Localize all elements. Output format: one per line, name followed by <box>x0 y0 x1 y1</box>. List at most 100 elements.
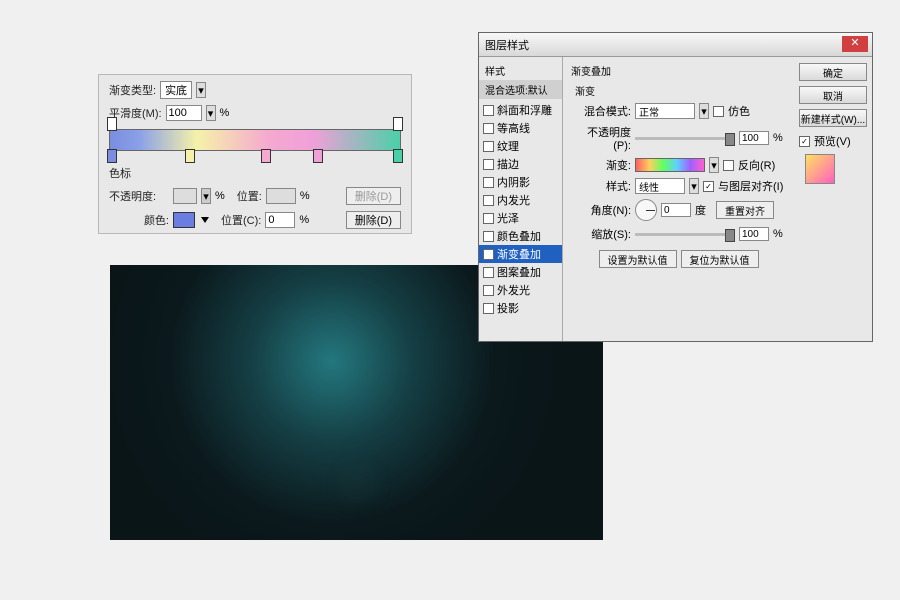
color-stop-2[interactable] <box>185 149 195 163</box>
styles-header[interactable]: 样式 <box>479 61 562 80</box>
style-checkbox[interactable] <box>483 141 494 152</box>
style-item-label: 等高线 <box>497 120 530 136</box>
style-checkbox[interactable] <box>483 267 494 278</box>
style-item-label: 渐变叠加 <box>497 246 541 262</box>
color-stop-5[interactable] <box>393 149 403 163</box>
style-item-8[interactable]: ✓渐变叠加 <box>479 245 562 263</box>
style-checkbox[interactable] <box>483 213 494 224</box>
smoothness-input[interactable] <box>166 105 202 121</box>
gradient-strip[interactable] <box>109 129 401 151</box>
fill-opacity-label: 不透明度(P): <box>571 124 631 152</box>
opacity-stop-left[interactable] <box>107 117 117 131</box>
dither-label: 仿色 <box>728 103 750 119</box>
style-checkbox[interactable] <box>483 285 494 296</box>
color-position-label: 位置(C): <box>221 212 261 228</box>
style-select[interactable]: 线性 <box>635 178 685 194</box>
style-item-label: 描边 <box>497 156 519 172</box>
percent-label: % <box>220 107 230 119</box>
color-dropdown-icon[interactable] <box>201 217 209 223</box>
style-checkbox[interactable] <box>483 123 494 134</box>
blend-options-header[interactable]: 混合选项:默认 <box>479 80 562 99</box>
angle-input[interactable] <box>661 203 691 217</box>
gradient-bar[interactable] <box>109 129 401 151</box>
gradient-picker[interactable] <box>635 158 705 172</box>
style-checkbox[interactable]: ✓ <box>483 249 494 260</box>
dialog-titlebar[interactable]: 图层样式 ✕ <box>479 33 872 57</box>
gradient-type-select[interactable]: 实底 <box>160 81 192 99</box>
style-item-1[interactable]: 等高线 <box>479 119 562 137</box>
fill-opacity-slider[interactable] <box>635 137 735 140</box>
color-swatch[interactable] <box>173 212 195 228</box>
color-stop-4[interactable] <box>313 149 323 163</box>
color-position-input[interactable] <box>265 212 295 228</box>
gradient-dropdown[interactable]: ▾ <box>709 157 719 173</box>
color-stop-1[interactable] <box>107 149 117 163</box>
make-default-button[interactable]: 设置为默认值 <box>599 250 677 268</box>
section-title: 渐变叠加 <box>571 63 786 78</box>
scale-input[interactable] <box>739 227 769 241</box>
style-item-label: 颜色叠加 <box>497 228 541 244</box>
color-stop-3[interactable] <box>261 149 271 163</box>
scale-label: 缩放(S): <box>571 226 631 242</box>
stop-opacity-label: 不透明度: <box>109 188 169 204</box>
style-item-9[interactable]: 图案叠加 <box>479 263 562 281</box>
style-item-4[interactable]: 内阴影 <box>479 173 562 191</box>
percent-label-3: % <box>300 190 310 202</box>
delete-stop-button-2[interactable]: 删除(D) <box>346 211 401 229</box>
style-item-6[interactable]: 光泽 <box>479 209 562 227</box>
style-item-label: 光泽 <box>497 210 519 226</box>
styles-list: 样式 混合选项:默认 斜面和浮雕等高线纹理描边内阴影内发光光泽颜色叠加✓渐变叠加… <box>479 57 563 341</box>
dialog-title: 图层样式 <box>485 37 529 53</box>
gradient-type-dropdown[interactable]: ▾ <box>196 82 206 98</box>
style-item-3[interactable]: 描边 <box>479 155 562 173</box>
preview-label: 预览(V) <box>814 133 851 149</box>
style-checkbox[interactable] <box>483 105 494 116</box>
gradient-label: 渐变: <box>571 157 631 173</box>
style-item-2[interactable]: 纹理 <box>479 137 562 155</box>
style-checkbox[interactable] <box>483 195 494 206</box>
scale-slider[interactable] <box>635 233 735 236</box>
style-item-label: 图案叠加 <box>497 264 541 280</box>
style-item-label: 斜面和浮雕 <box>497 102 552 118</box>
style-item-10[interactable]: 外发光 <box>479 281 562 299</box>
preview-text: ifeiwu <box>110 383 603 515</box>
stop-opacity-input <box>173 188 197 204</box>
reverse-checkbox[interactable] <box>723 160 734 171</box>
delete-stop-button-1: 删除(D) <box>346 187 401 205</box>
reset-align-button[interactable]: 重置对齐 <box>716 201 774 219</box>
percent-label-4: % <box>299 214 309 226</box>
style-item-11[interactable]: 投影 <box>479 299 562 317</box>
style-item-7[interactable]: 颜色叠加 <box>479 227 562 245</box>
cancel-button[interactable]: 取消 <box>799 86 867 104</box>
smoothness-dropdown[interactable]: ▾ <box>206 105 216 121</box>
preview-checkbox[interactable]: ✓ <box>799 136 810 147</box>
style-dropdown[interactable]: ▾ <box>689 178 699 194</box>
style-checkbox[interactable] <box>483 303 494 314</box>
fill-opacity-input[interactable] <box>739 131 769 145</box>
percent-6: % <box>773 228 783 240</box>
style-item-label: 内阴影 <box>497 174 530 190</box>
reset-default-button[interactable]: 复位为默认值 <box>681 250 759 268</box>
style-checkbox[interactable] <box>483 231 494 242</box>
style-checkbox[interactable] <box>483 177 494 188</box>
style-checkbox[interactable] <box>483 159 494 170</box>
style-item-0[interactable]: 斜面和浮雕 <box>479 101 562 119</box>
dither-checkbox[interactable] <box>713 106 724 117</box>
style-preview-swatch <box>805 154 835 184</box>
close-button[interactable]: ✕ <box>842 36 868 52</box>
dialog-buttons: 确定 取消 新建样式(W)... ✓ 预览(V) <box>794 57 872 341</box>
ok-button[interactable]: 确定 <box>799 63 867 81</box>
new-style-button[interactable]: 新建样式(W)... <box>799 109 867 127</box>
reverse-label: 反向(R) <box>738 157 775 173</box>
layer-style-dialog: 图层样式 ✕ 样式 混合选项:默认 斜面和浮雕等高线纹理描边内阴影内发光光泽颜色… <box>478 32 873 342</box>
style-label: 样式: <box>571 178 631 194</box>
blend-mode-dropdown[interactable]: ▾ <box>699 103 709 119</box>
blend-mode-select[interactable]: 正常 <box>635 103 695 119</box>
opacity-stop-right[interactable] <box>393 117 403 131</box>
style-item-label: 内发光 <box>497 192 530 208</box>
color-label: 颜色: <box>109 212 169 228</box>
align-checkbox[interactable]: ✓ <box>703 181 714 192</box>
style-item-5[interactable]: 内发光 <box>479 191 562 209</box>
stop-opacity-dropdown: ▾ <box>201 188 211 204</box>
angle-dial[interactable] <box>635 199 657 221</box>
